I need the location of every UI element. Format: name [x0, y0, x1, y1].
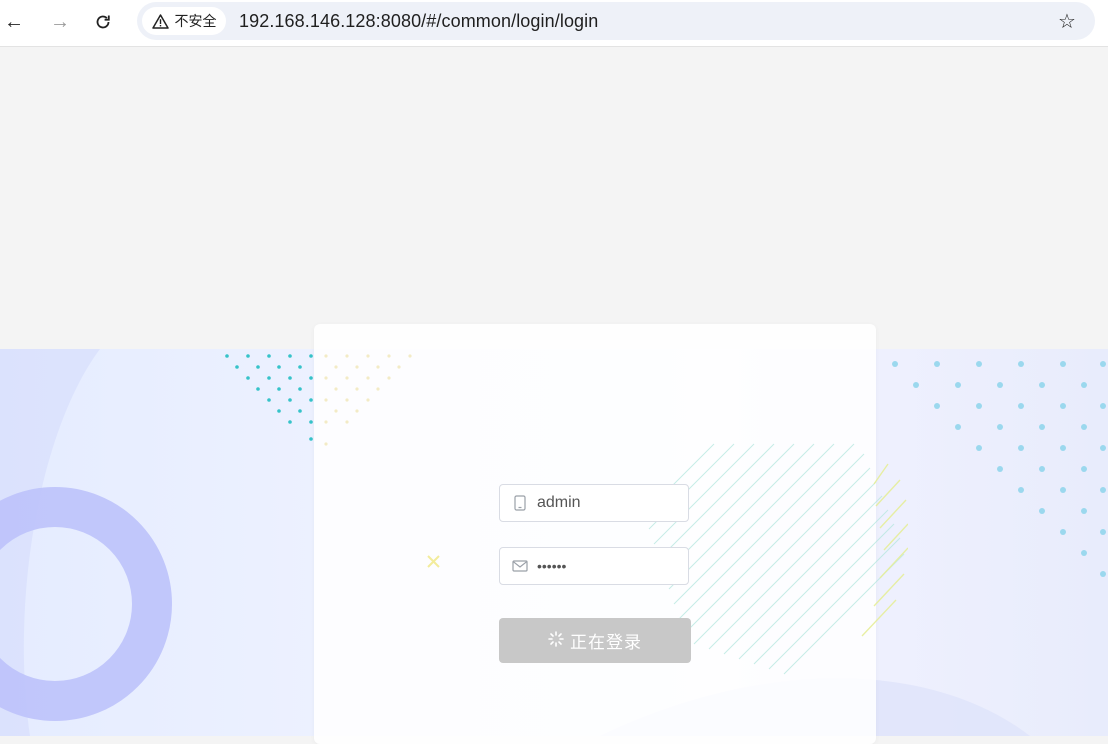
- bookmark-button[interactable]: ☆: [1053, 7, 1081, 35]
- arrow-left-icon: ←: [4, 11, 24, 33]
- browser-toolbar: ← → 不安全 192.168.146.128:8080/#/common/lo…: [0, 0, 1108, 47]
- password-input[interactable]: [537, 548, 682, 584]
- login-button-label: 正在登录: [570, 633, 642, 652]
- password-field[interactable]: [499, 547, 689, 585]
- star-icon: ☆: [1058, 10, 1076, 33]
- security-indicator[interactable]: 不安全: [142, 7, 226, 35]
- envelope-icon: [512, 558, 528, 574]
- back-button[interactable]: ←: [0, 8, 28, 36]
- reload-button[interactable]: [89, 8, 117, 36]
- username-field[interactable]: [499, 484, 689, 522]
- address-bar[interactable]: 不安全 192.168.146.128:8080/#/common/login/…: [137, 2, 1095, 40]
- login-button[interactable]: 正在登录: [499, 618, 691, 663]
- security-label: 不安全: [174, 13, 217, 29]
- forward-button[interactable]: →: [46, 8, 74, 36]
- loading-spinner-icon: [548, 631, 564, 650]
- username-input[interactable]: [537, 485, 682, 521]
- url-text[interactable]: 192.168.146.128:8080/#/common/login/logi…: [239, 2, 598, 40]
- mobile-phone-icon: [512, 495, 528, 511]
- card-decoration: [324, 354, 908, 675]
- warning-icon: [151, 13, 169, 29]
- reload-icon: [96, 15, 110, 29]
- arrow-right-icon: →: [50, 11, 70, 33]
